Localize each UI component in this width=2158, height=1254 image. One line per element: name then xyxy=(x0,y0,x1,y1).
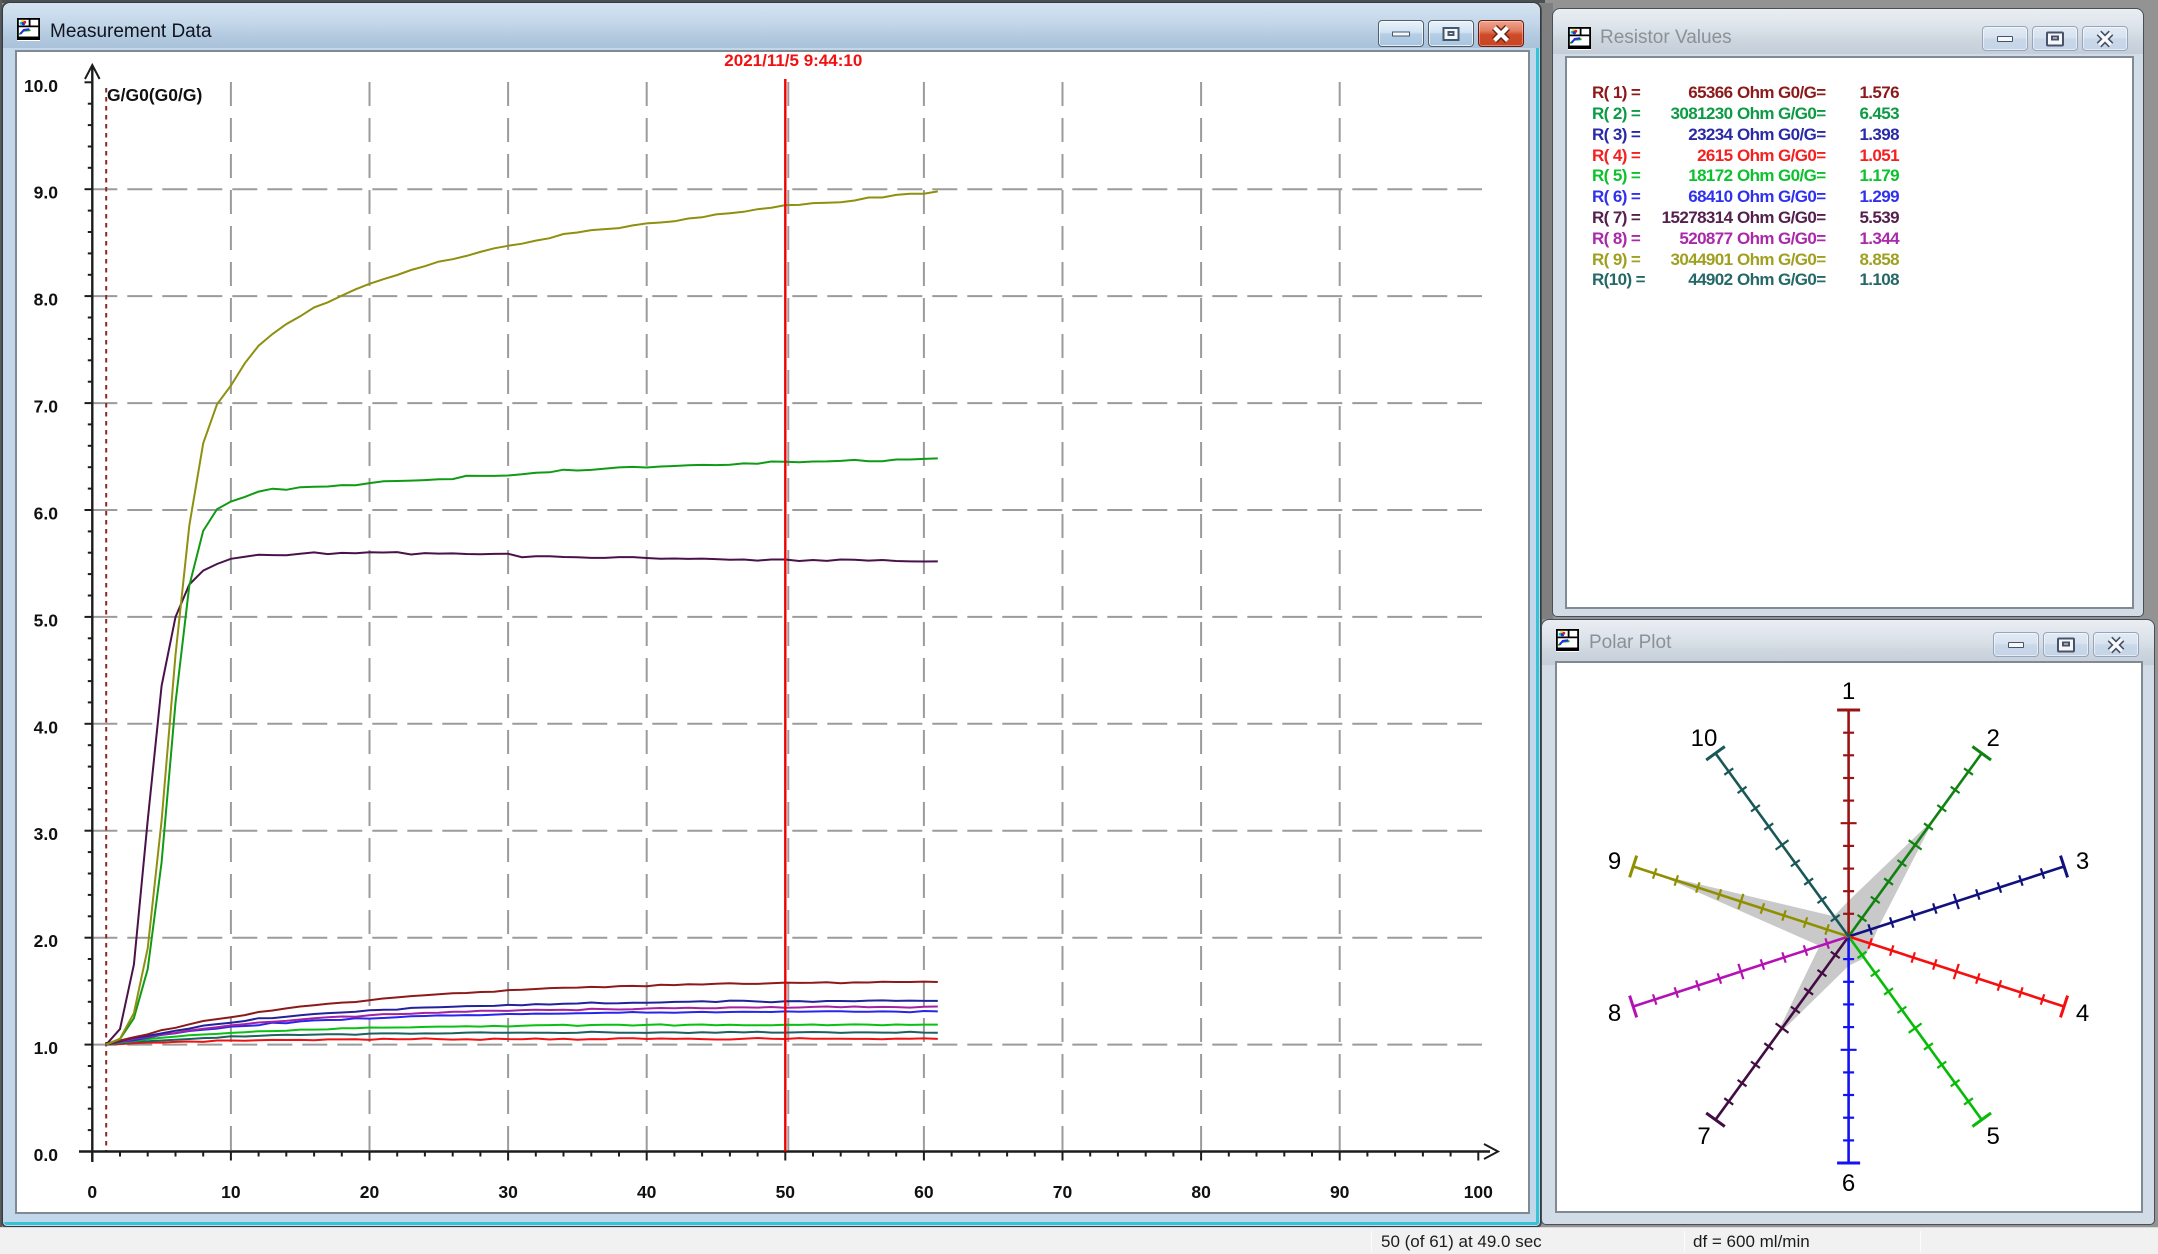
svg-text:20: 20 xyxy=(360,1182,380,1202)
svg-text:80: 80 xyxy=(1191,1182,1211,1202)
svg-text:3.0: 3.0 xyxy=(34,824,59,844)
svg-text:0.0: 0.0 xyxy=(34,1145,59,1165)
svg-text:1.0: 1.0 xyxy=(34,1038,59,1058)
svg-text:6.0: 6.0 xyxy=(34,504,59,524)
svg-text:4.0: 4.0 xyxy=(34,717,59,737)
svg-text:90: 90 xyxy=(1330,1182,1350,1202)
svg-text:7.0: 7.0 xyxy=(34,397,59,417)
svg-text:60: 60 xyxy=(914,1182,934,1202)
svg-text:10: 10 xyxy=(221,1182,241,1202)
svg-text:9.0: 9.0 xyxy=(34,183,59,203)
svg-text:8: 8 xyxy=(1608,1000,1621,1027)
svg-text:100: 100 xyxy=(1464,1182,1493,1202)
svg-text:2021/11/5 9:44:10: 2021/11/5 9:44:10 xyxy=(724,52,862,70)
svg-text:70: 70 xyxy=(1053,1182,1073,1202)
svg-text:9: 9 xyxy=(1608,848,1621,875)
svg-text:5.0: 5.0 xyxy=(34,610,59,630)
svg-text:0: 0 xyxy=(87,1182,97,1202)
svg-text:3: 3 xyxy=(2076,848,2089,875)
svg-text:2: 2 xyxy=(1987,725,2000,752)
svg-text:2.0: 2.0 xyxy=(34,931,59,951)
svg-text:6: 6 xyxy=(1842,1170,1855,1197)
svg-text:7: 7 xyxy=(1697,1123,1710,1150)
svg-text:5: 5 xyxy=(1987,1123,2000,1150)
svg-text:G/G0(G0/G): G/G0(G0/G) xyxy=(107,85,202,105)
svg-text:8.0: 8.0 xyxy=(34,290,59,310)
svg-text:10: 10 xyxy=(1691,725,1718,752)
svg-text:4: 4 xyxy=(2076,1000,2089,1027)
svg-text:50: 50 xyxy=(776,1182,796,1202)
svg-text:40: 40 xyxy=(637,1182,657,1202)
svg-text:10.0: 10.0 xyxy=(24,76,58,96)
svg-text:30: 30 xyxy=(498,1182,518,1202)
svg-text:1: 1 xyxy=(1842,678,1855,705)
